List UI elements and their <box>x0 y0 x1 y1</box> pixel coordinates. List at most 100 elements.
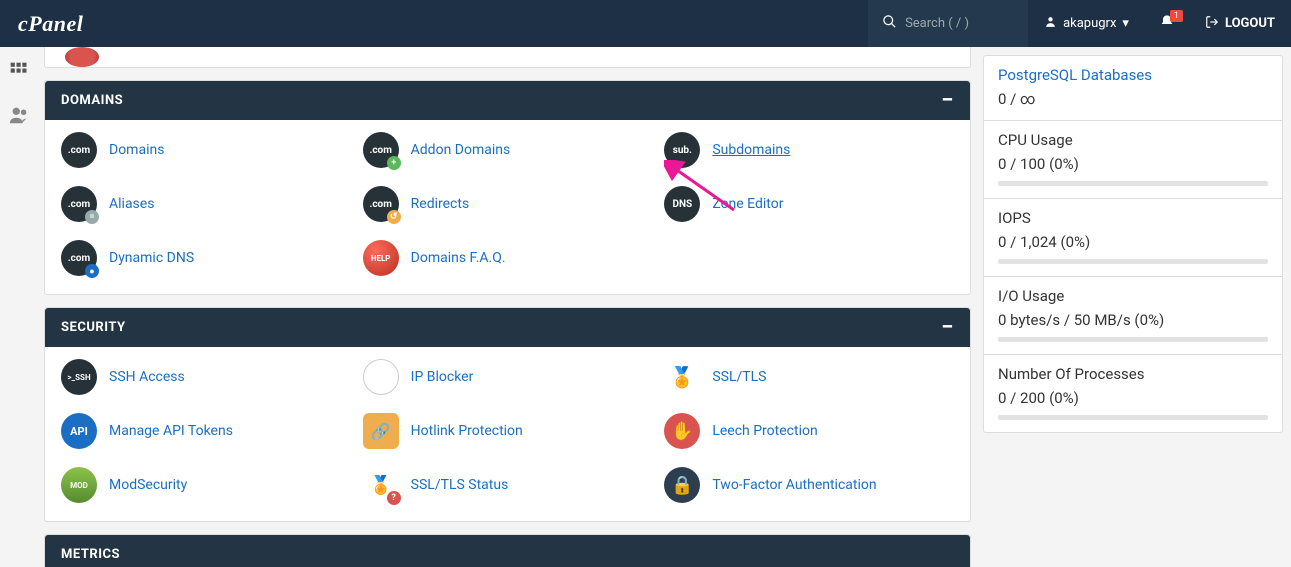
item-label: Subdomains <box>712 142 790 158</box>
security-item-2fa[interactable]: 🔒 Two-Factor Authentication <box>664 467 954 503</box>
security-panel-title: SECURITY <box>61 320 126 335</box>
search-input[interactable] <box>905 16 1014 31</box>
domains-item-aliases[interactable]: .com= Aliases <box>61 186 351 222</box>
security-item-ssl-tls[interactable]: 🏅 SSL/TLS <box>664 359 954 395</box>
item-label: ModSecurity <box>109 477 187 493</box>
domains-item-redirects[interactable]: .com↺ Redirects <box>363 186 653 222</box>
domains-panel-header[interactable]: DOMAINS − <box>45 81 970 120</box>
security-item-modsecurity[interactable]: MOD ModSecurity <box>61 467 351 503</box>
user-menu[interactable]: akapugrx ▾ <box>1028 0 1145 47</box>
search-icon <box>882 14 897 33</box>
lock-icon: 🔒 <box>664 467 700 503</box>
ribbon-q-icon: 🏅? <box>363 467 399 503</box>
item-label: Zone Editor <box>712 196 783 212</box>
grid-view-icon[interactable] <box>9 61 29 86</box>
item-label: Dynamic DNS <box>109 250 194 266</box>
stat-title: IOPS <box>998 209 1268 227</box>
stats-sidebar: PostgreSQL Databases 0 / ∞ CPU Usage 0 /… <box>983 55 1283 433</box>
domains-item-subdomains[interactable]: sub. Subdomains <box>664 132 954 168</box>
stat-value: 0 / 1,024 (0%) <box>998 233 1268 251</box>
sub-icon: sub. <box>664 132 700 168</box>
metrics-panel-header[interactable]: METRICS <box>45 535 970 567</box>
security-item-ip-blocker[interactable]: Ⓘ℗ IP Blocker <box>363 359 653 395</box>
topbar: cPanel akapugrx ▾ 1 LOGOUT <box>0 0 1291 47</box>
left-icon-rail <box>0 47 38 131</box>
stat-progress-bar <box>998 415 1268 420</box>
dotcom-plus-icon: .com+ <box>363 132 399 168</box>
stat-postgresql: PostgreSQL Databases 0 / ∞ <box>983 55 1283 121</box>
users-icon[interactable] <box>8 104 30 131</box>
stat-title: Number Of Processes <box>998 365 1268 383</box>
stat-value: 0 / 100 (0%) <box>998 155 1268 173</box>
fragment-icon <box>65 47 99 67</box>
stat-title: CPU Usage <box>998 131 1268 149</box>
domains-item-faq[interactable]: HELP Domains F.A.Q. <box>363 240 653 276</box>
stat-progress-bar <box>998 337 1268 342</box>
ssh-icon: >_SSH <box>61 359 97 395</box>
api-icon: API <box>61 413 97 449</box>
item-label: Manage API Tokens <box>109 423 233 439</box>
notification-count: 1 <box>1170 10 1183 22</box>
link-icon: 🔗 <box>363 413 399 449</box>
item-label: SSL/TLS Status <box>411 477 509 493</box>
domains-panel: DOMAINS − .com Domains .com+ Addon Domai… <box>44 80 971 295</box>
security-item-api-tokens[interactable]: API Manage API Tokens <box>61 413 351 449</box>
user-name: akapugrx <box>1063 16 1116 31</box>
item-label: IP Blocker <box>411 369 474 385</box>
stat-iops: IOPS 0 / 1,024 (0%) <box>983 199 1283 277</box>
stat-cpu: CPU Usage 0 / 100 (0%) <box>983 121 1283 199</box>
brand-logo: cPanel <box>0 11 101 37</box>
stat-title: I/O Usage <box>998 287 1268 305</box>
stat-processes: Number Of Processes 0 / 200 (0%) <box>983 355 1283 433</box>
previous-panel-fragment <box>44 47 971 68</box>
logout-label: LOGOUT <box>1225 16 1275 31</box>
security-item-ssh[interactable]: >_SSH SSH Access <box>61 359 351 395</box>
user-icon <box>1044 15 1057 32</box>
metrics-panel-title: METRICS <box>61 547 120 562</box>
security-panel: SECURITY − >_SSH SSH Access Ⓘ℗ IP Blocke… <box>44 307 971 522</box>
dotcom-dyn-icon: .com● <box>61 240 97 276</box>
stat-value: 0 / ∞ <box>998 90 1268 108</box>
security-item-leech[interactable]: ✋ Leech Protection <box>664 413 954 449</box>
security-item-ssl-status[interactable]: 🏅? SSL/TLS Status <box>363 467 653 503</box>
item-label: Redirects <box>411 196 470 212</box>
item-label: Hotlink Protection <box>411 423 523 439</box>
item-label: Domains <box>109 142 164 158</box>
collapse-icon[interactable]: − <box>941 323 954 333</box>
stat-title[interactable]: PostgreSQL Databases <box>998 66 1268 84</box>
item-label: SSH Access <box>109 369 185 385</box>
domains-item-addon[interactable]: .com+ Addon Domains <box>363 132 653 168</box>
stat-value: 0 / 200 (0%) <box>998 389 1268 407</box>
dotcom-redirect-icon: .com↺ <box>363 186 399 222</box>
ip-block-icon: Ⓘ℗ <box>363 359 399 395</box>
item-label: Aliases <box>109 196 154 212</box>
domains-item-zone-editor[interactable]: DNS Zone Editor <box>664 186 954 222</box>
notifications-button[interactable]: 1 <box>1145 0 1189 47</box>
hand-stop-icon: ✋ <box>664 413 700 449</box>
stat-value: 0 bytes/s / 50 MB/s (0%) <box>998 311 1268 329</box>
domains-item-domains[interactable]: .com Domains <box>61 132 351 168</box>
shield-icon: MOD <box>61 467 97 503</box>
chevron-down-icon: ▾ <box>1122 16 1129 31</box>
dotcom-eq-icon: .com= <box>61 186 97 222</box>
item-label: SSL/TLS <box>712 369 766 385</box>
logout-icon <box>1205 15 1219 33</box>
help-button-icon: HELP <box>363 240 399 276</box>
security-panel-header[interactable]: SECURITY − <box>45 308 970 347</box>
collapse-icon[interactable]: − <box>941 96 954 106</box>
stat-progress-bar <box>998 181 1268 186</box>
ribbon-icon: 🏅 <box>664 359 700 395</box>
logout-button[interactable]: LOGOUT <box>1189 0 1291 47</box>
metrics-panel: METRICS <box>44 534 971 567</box>
stat-progress-bar <box>998 259 1268 264</box>
dotcom-icon: .com <box>61 132 97 168</box>
dns-icon: DNS <box>664 186 700 222</box>
security-item-hotlink[interactable]: 🔗 Hotlink Protection <box>363 413 653 449</box>
stat-io-usage: I/O Usage 0 bytes/s / 50 MB/s (0%) <box>983 277 1283 355</box>
search-box[interactable] <box>868 0 1028 47</box>
item-label: Two-Factor Authentication <box>712 477 876 493</box>
domains-panel-title: DOMAINS <box>61 93 123 108</box>
item-label: Domains F.A.Q. <box>411 250 506 266</box>
item-label: Leech Protection <box>712 423 817 439</box>
domains-item-dynamic-dns[interactable]: .com● Dynamic DNS <box>61 240 351 276</box>
